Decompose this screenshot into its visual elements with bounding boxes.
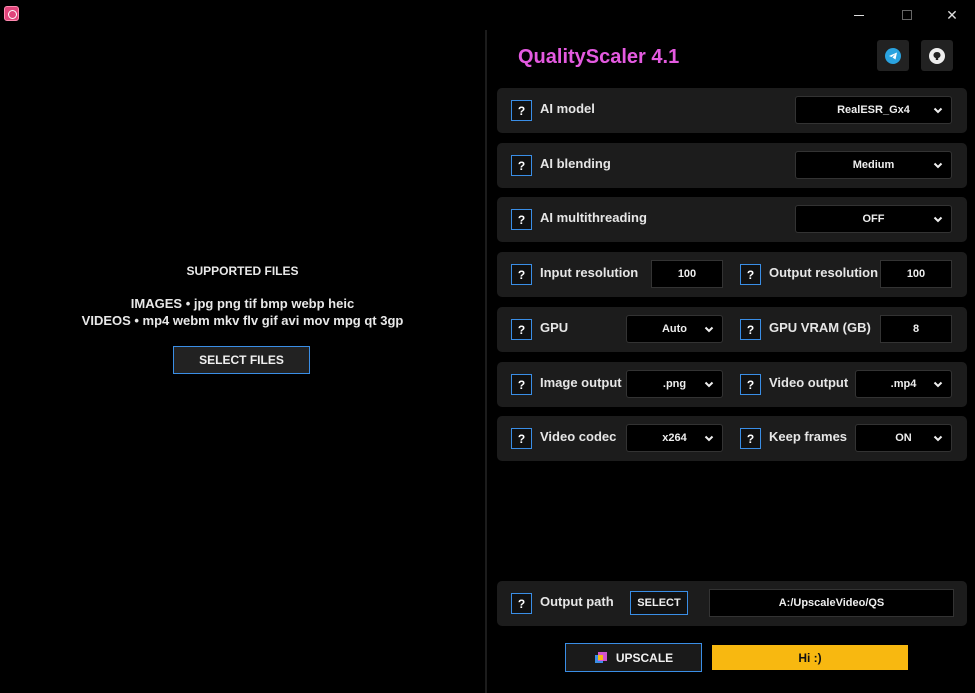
gpu-panel: ? GPU Auto ? GPU VRAM (GB) 8 (497, 307, 967, 352)
github-icon (929, 47, 945, 64)
keep-frames-help-button[interactable]: ? (740, 428, 761, 449)
app-icon (4, 6, 19, 21)
minimize-icon (854, 14, 864, 16)
ai-model-label: AI model (540, 101, 595, 116)
output-path-label: Output path (540, 594, 614, 609)
codec-panel: ? Video codec x264 ? Keep frames ON (497, 416, 967, 461)
ai-blending-label: AI blending (540, 156, 611, 171)
video-output-label: Video output (769, 375, 849, 390)
gpu-dropdown[interactable]: Auto (626, 315, 723, 343)
keep-frames-value: ON (895, 432, 912, 444)
gpu-value: Auto (661, 323, 688, 335)
chevron-down-icon (704, 435, 714, 442)
ai-blending-help-button[interactable]: ? (511, 155, 532, 176)
upscale-label: UPSCALE (615, 650, 674, 665)
resolution-panel: ? Input resolution 100 ? Output resoluti… (497, 252, 967, 297)
panel-divider (485, 30, 487, 693)
ai-model-panel: ? AI model RealESR_Gx4 (497, 88, 967, 133)
ai-blending-panel: ? AI blending Medium (497, 143, 967, 188)
gpu-help-button[interactable]: ? (511, 319, 532, 340)
file-drop-area[interactable]: SUPPORTED FILES IMAGES • jpg png tif bmp… (0, 30, 485, 693)
output-path-select-button[interactable]: SELECT (630, 591, 688, 615)
maximize-button[interactable] (884, 0, 930, 30)
chevron-down-icon (704, 381, 714, 388)
supported-files-title: SUPPORTED FILES (186, 264, 299, 278)
video-codec-dropdown[interactable]: x264 (626, 424, 723, 452)
ai-model-value: RealESR_Gx4 (837, 104, 910, 116)
image-output-label: Image output (540, 375, 622, 390)
ai-multithreading-panel: ? AI multithreading OFF (497, 197, 967, 242)
video-output-help-button[interactable]: ? (740, 374, 761, 395)
video-output-dropdown[interactable]: .mp4 (855, 370, 952, 398)
keep-frames-dropdown[interactable]: ON (855, 424, 952, 452)
ai-blending-dropdown[interactable]: Medium (795, 151, 952, 179)
output-resolution-field[interactable]: 100 (880, 260, 952, 288)
upscale-button[interactable]: UPSCALE (565, 643, 702, 672)
supported-videos-text: VIDEOS • mp4 webm mkv flv gif avi mov mp… (81, 313, 404, 328)
chevron-down-icon (933, 216, 943, 223)
telegram-icon (885, 47, 901, 64)
close-button[interactable]: ✕ (929, 0, 975, 30)
output-format-panel: ? Image output .png ? Video output .mp4 (497, 362, 967, 407)
maximize-icon (902, 10, 912, 20)
chevron-down-icon (933, 107, 943, 114)
output-resolution-label: Output resolution (769, 265, 879, 280)
ai-model-help-button[interactable]: ? (511, 100, 532, 121)
upscale-icon (594, 651, 607, 663)
video-codec-help-button[interactable]: ? (511, 428, 532, 449)
input-resolution-field[interactable]: 100 (651, 260, 723, 288)
status-message: Hi :) (712, 645, 908, 670)
gpu-vram-help-button[interactable]: ? (740, 319, 761, 340)
close-icon: ✕ (946, 6, 958, 23)
output-path-help-button[interactable]: ? (511, 593, 532, 614)
ai-multithreading-value: OFF (862, 213, 885, 225)
ai-multithreading-dropdown[interactable]: OFF (795, 205, 952, 233)
output-path-field[interactable]: A:/UpscaleVideo/QS (709, 589, 954, 617)
output-path-panel: ? Output path SELECT A:/UpscaleVideo/QS (497, 581, 967, 626)
github-button[interactable] (921, 40, 953, 71)
ai-model-dropdown[interactable]: RealESR_Gx4 (795, 96, 952, 124)
image-output-help-button[interactable]: ? (511, 374, 532, 395)
chevron-down-icon (933, 381, 943, 388)
ai-multithreading-help-button[interactable]: ? (511, 209, 532, 230)
ai-blending-value: Medium (852, 159, 895, 171)
app-title: QualityScaler 4.1 (518, 46, 680, 68)
minimize-button[interactable] (836, 0, 882, 30)
supported-images-text: IMAGES • jpg png tif bmp webp heic (130, 296, 355, 311)
gpu-vram-label: GPU VRAM (GB) (769, 320, 871, 335)
video-output-value: .mp4 (890, 378, 917, 390)
image-output-value: .png (662, 378, 687, 390)
video-codec-label: Video codec (540, 429, 617, 444)
select-files-button[interactable]: SELECT FILES (173, 346, 310, 374)
output-resolution-help-button[interactable]: ? (740, 264, 761, 285)
telegram-button[interactable] (877, 40, 909, 71)
chevron-down-icon (933, 435, 943, 442)
title-bar: ✕ (0, 0, 975, 30)
video-codec-value: x264 (662, 432, 687, 444)
chevron-down-icon (704, 326, 714, 333)
image-output-dropdown[interactable]: .png (626, 370, 723, 398)
input-resolution-label: Input resolution (540, 265, 639, 280)
chevron-down-icon (933, 162, 943, 169)
input-resolution-help-button[interactable]: ? (511, 264, 532, 285)
gpu-label: GPU (540, 320, 569, 335)
gpu-vram-field[interactable]: 8 (880, 315, 952, 343)
ai-multithreading-label: AI multithreading (540, 210, 647, 225)
keep-frames-label: Keep frames (769, 429, 848, 444)
